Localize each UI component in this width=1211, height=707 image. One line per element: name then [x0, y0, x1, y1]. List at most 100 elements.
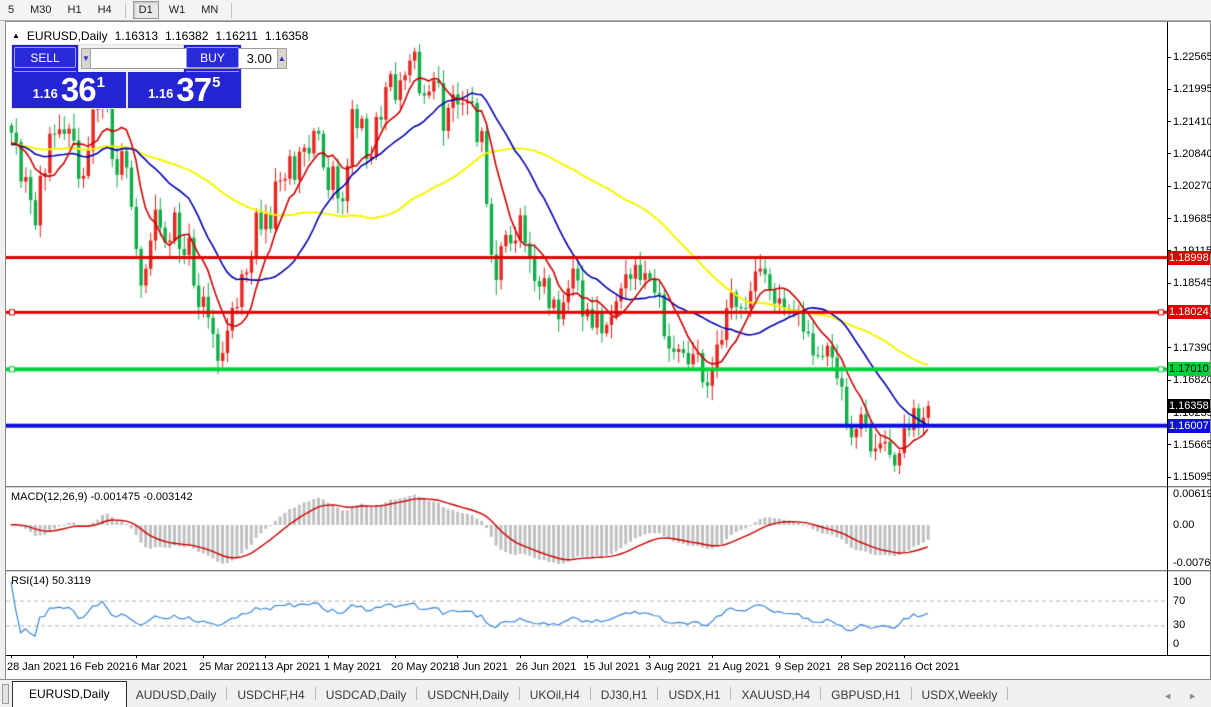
- price-tick-mark: [1168, 476, 1171, 478]
- price-tick-label: 1.22565: [1173, 51, 1211, 63]
- date-tick-label: 21 Aug 2021: [707, 661, 770, 673]
- date-tick-mark: [73, 655, 75, 658]
- symbol-tab-UKOil-H4[interactable]: UKOil,H4: [521, 684, 589, 707]
- price-tick-mark: [1168, 218, 1171, 220]
- symbol-tab-AUDUSD-Daily[interactable]: AUDUSD,Daily: [127, 684, 226, 707]
- ohlc-close: 1.16358: [264, 29, 309, 43]
- date-tick-label: 28 Sep 2021: [837, 661, 900, 673]
- price-tick-mark: [1168, 56, 1171, 58]
- tab-scroll-left-icon[interactable]: ◄: [1163, 691, 1172, 701]
- date-tick-label: 15 Jul 2021: [583, 661, 640, 673]
- rsi-scale-label: 30: [1173, 619, 1186, 632]
- date-tick-mark: [265, 655, 267, 658]
- date-tick-mark: [457, 655, 459, 658]
- panel-separator[interactable]: [6, 486, 1210, 488]
- buy-price-prefix: 1.16: [148, 86, 174, 101]
- price-tag-1.16007: 1.16007: [1168, 418, 1210, 433]
- macd-scale-label: 0.00: [1173, 519, 1195, 531]
- tab-separator: [657, 687, 659, 700]
- symbol-tab-GBPUSD-H1[interactable]: GBPUSD,H1: [822, 684, 909, 707]
- symbol-tab-EURUSD-Daily[interactable]: EURUSD,Daily: [12, 681, 127, 707]
- tab-scroll-right-icon[interactable]: ►: [1188, 691, 1197, 701]
- volume-input[interactable]: [90, 48, 277, 69]
- timeframe-button-MN[interactable]: MN: [195, 1, 224, 19]
- volume-decrease-button[interactable]: ▼: [81, 48, 91, 69]
- price-scale: 1.22565 1.21995 1.21410 1.20840 1.20270 1.196…: [1168, 22, 1211, 677]
- symbol-tab-USDCNH-Daily[interactable]: USDCNH,Daily: [418, 684, 517, 707]
- rsi-scale-label: 100: [1173, 576, 1192, 588]
- price-tick-label: 1.17390: [1173, 341, 1211, 354]
- timeframe-button-M30[interactable]: M30: [24, 1, 57, 19]
- buy-price-sup: 5: [212, 74, 221, 91]
- buy-price[interactable]: 1.16 37 5: [128, 72, 242, 108]
- timeframe-button-H4[interactable]: H4: [92, 1, 118, 19]
- rsi-indicator-canvas[interactable]: [6, 572, 1167, 655]
- price-tick-label: 1.20840: [1173, 147, 1211, 160]
- price-tag-1.18998: 1.18998: [1168, 250, 1210, 265]
- price-tick-mark: [1168, 379, 1171, 381]
- price-tick-label: 1.21410: [1173, 115, 1211, 128]
- tabs-holder: EURUSD,Daily AUDUSD,Daily USDCHF,H4 USDCAD,…: [12, 681, 1009, 707]
- tab-separator: [518, 687, 520, 700]
- spin-up-icon: ▲: [277, 54, 286, 63]
- date-tick-mark: [11, 655, 12, 658]
- timeframe-button-W1[interactable]: W1: [163, 1, 192, 19]
- sell-button[interactable]: SELL: [14, 47, 76, 68]
- date-tick-label: 9 Sep 2021: [775, 661, 832, 673]
- panel-separator[interactable]: [6, 570, 1210, 572]
- date-tick-label: 3 Aug 2021: [645, 661, 702, 673]
- tab-separator: [910, 687, 912, 700]
- date-tick-label: 16 Feb 2021: [69, 661, 132, 673]
- date-tick-mark: [779, 655, 780, 658]
- date-tick-label: 28 Jan 2021: [7, 661, 68, 673]
- date-tick-mark: [135, 655, 137, 658]
- symbol-tab-USDX-H1[interactable]: USDX,H1: [659, 684, 729, 707]
- timeframe-button-5[interactable]: 5: [2, 1, 20, 19]
- price-tick-mark: [1168, 185, 1171, 187]
- timeframe-toolbar: 5 M30 H1 H4 D1 W1 MN: [0, 0, 1211, 21]
- plot-bottom-border: [6, 655, 1210, 656]
- price-tick-label: 1.18545: [1173, 277, 1211, 290]
- sell-price[interactable]: 1.16 36 1: [12, 72, 126, 108]
- chart-symbol-label: EURUSD,Daily: [26, 29, 108, 43]
- ohlc-open: 1.16313: [114, 29, 158, 43]
- tab-separator: [820, 687, 822, 700]
- tabbar-gripper: [2, 684, 9, 704]
- symbol-tab-DJ30-H1[interactable]: DJ30,H1: [592, 684, 657, 707]
- sell-price-prefix: 1.16: [32, 86, 58, 101]
- tab-separator: [314, 687, 316, 700]
- date-tick-mark: [903, 655, 905, 658]
- collapse-panel-icon[interactable]: ▲: [12, 30, 20, 42]
- symbol-tab-USDCAD-Daily[interactable]: USDCAD,Daily: [317, 684, 416, 707]
- date-scale: 28 Jan 2021 16 Feb 2021 6 Mar 2021 25 Mar 2…: [6, 655, 1167, 677]
- price-tag-1.18024: 1.18024: [1168, 305, 1210, 320]
- date-tick-label: 26 Jun 2021: [515, 661, 577, 673]
- spin-down-icon: ▼: [82, 54, 90, 63]
- rsi-scale-label: 70: [1173, 594, 1186, 607]
- price-tag-1.17010: 1.17010: [1168, 362, 1210, 377]
- tab-separator: [730, 687, 732, 700]
- date-tick-mark: [395, 655, 396, 658]
- volume-increase-button[interactable]: ▲: [276, 48, 287, 69]
- timeframe-button-D1[interactable]: D1: [132, 1, 159, 19]
- date-tick-mark: [711, 655, 713, 658]
- tab-navigation: ◄ ►: [1163, 691, 1197, 701]
- symbol-tab-USDCHF-H4[interactable]: USDCHF,H4: [228, 684, 313, 707]
- date-tick-mark: [649, 655, 651, 658]
- symbol-tab-USDX-Weekly[interactable]: USDX,Weekly: [913, 684, 1007, 707]
- buy-button[interactable]: BUY: [186, 47, 239, 68]
- rsi-scale-label: 0: [1173, 638, 1180, 650]
- tab-separator: [226, 687, 228, 700]
- sell-price-big: 36: [60, 71, 97, 108]
- price-tick-mark: [1168, 153, 1171, 155]
- ohlc-high: 1.16382: [165, 29, 209, 43]
- timeframe-button-H1[interactable]: H1: [62, 1, 88, 19]
- price-tick-label: 1.21995: [1173, 83, 1211, 96]
- symbol-tab-XAUUSD-H4[interactable]: XAUUSD,H4: [732, 684, 819, 707]
- buy-price-big: 37: [176, 71, 212, 108]
- one-click-trade-panel: SELL ▼ ▲ BUY 1.16 36 1 1.16 37 5: [11, 44, 287, 109]
- date-tick-mark: [841, 655, 843, 658]
- price-tick-label: 1.20270: [1173, 180, 1211, 193]
- toolbar-separator: [124, 2, 126, 18]
- price-tick-mark: [1168, 444, 1171, 446]
